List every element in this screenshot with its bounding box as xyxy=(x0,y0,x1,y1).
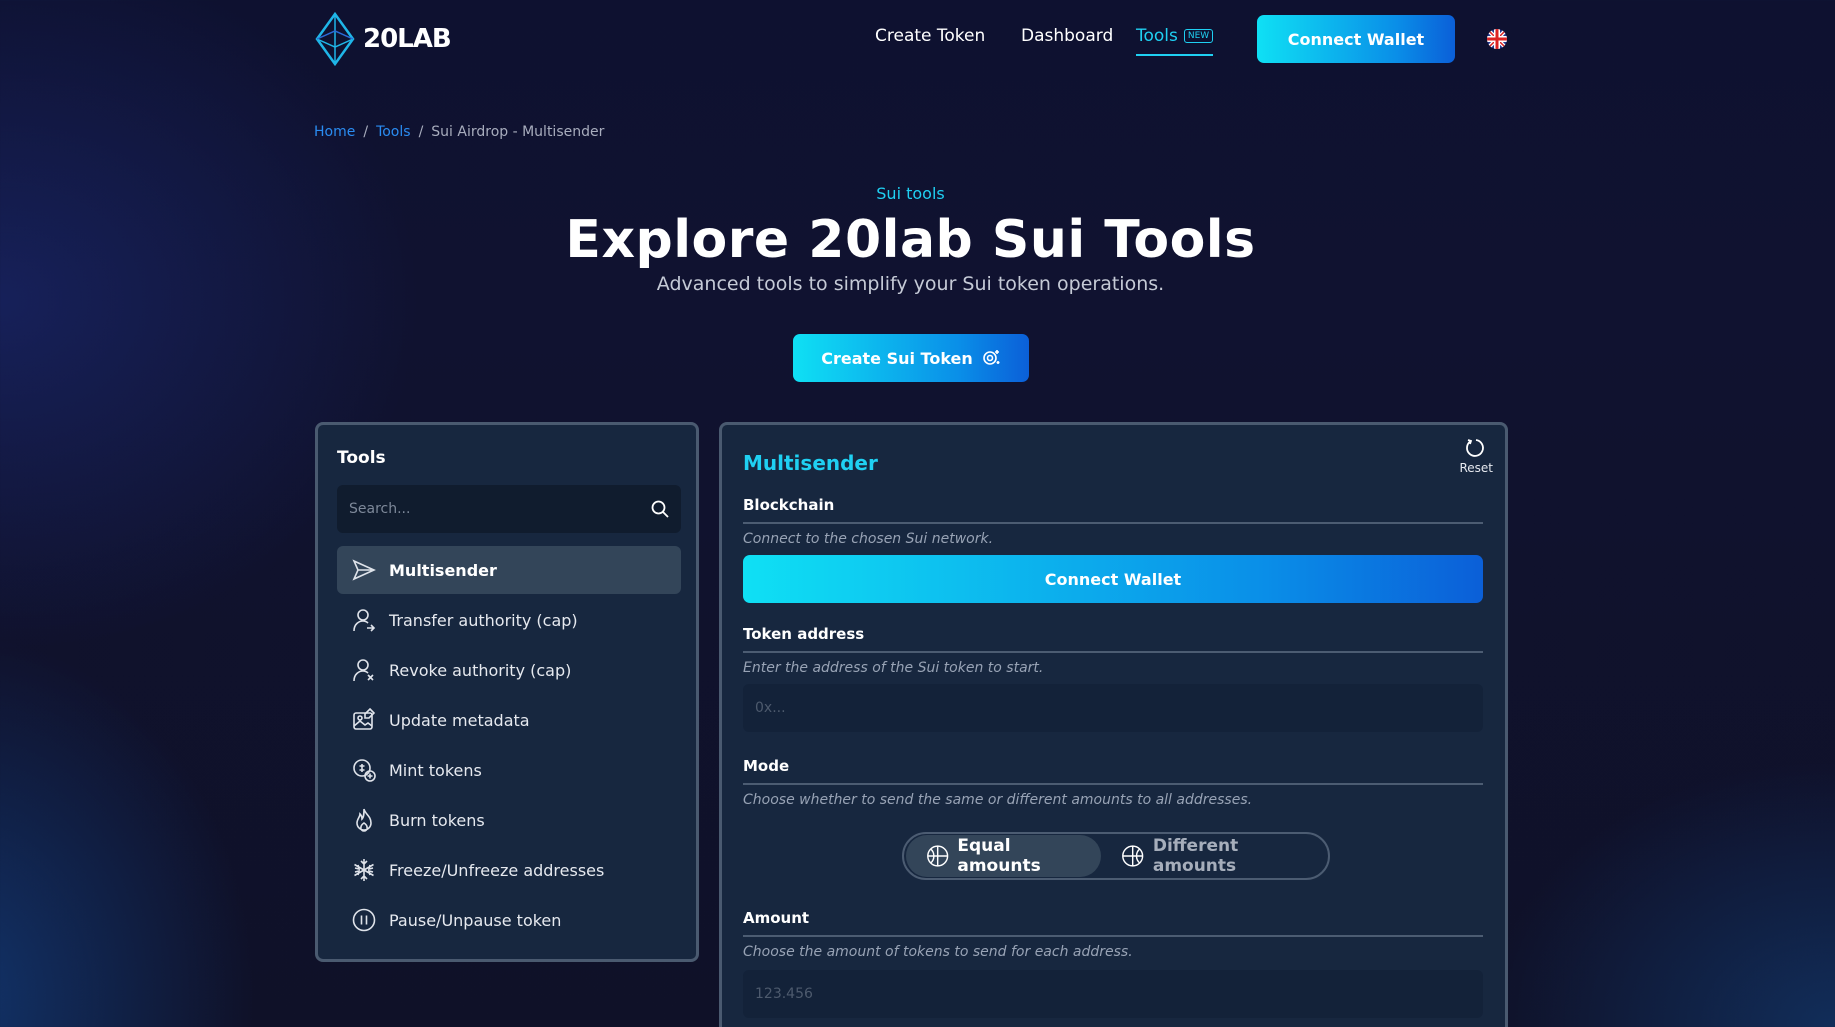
snowflake-icon xyxy=(354,859,374,881)
sidebar-item-label: Update metadata xyxy=(389,710,530,730)
create-sui-token-button[interactable]: Create Sui Token xyxy=(793,334,1029,382)
create-sui-token-label: Create Sui Token xyxy=(821,348,973,368)
token-address-help: Enter the address of the Sui token to st… xyxy=(743,660,1044,676)
breadcrumb-current: Sui Airdrop - Multisender xyxy=(431,124,605,140)
sidebar-item-pause-token[interactable]: Pause/Unpause token xyxy=(337,896,681,944)
sidebar-item-label: Burn tokens xyxy=(389,810,485,830)
sidebar-item-transfer-authority[interactable]: Transfer authority (cap) xyxy=(337,596,681,644)
mode-equal-label: Equal amounts xyxy=(957,836,1041,876)
reset-label: Reset xyxy=(1459,461,1493,475)
search-input[interactable] xyxy=(349,501,629,517)
breadcrumb-tools[interactable]: Tools xyxy=(376,124,411,140)
send-icon xyxy=(352,559,376,581)
nav-dashboard[interactable]: Dashboard xyxy=(1021,26,1113,46)
sidebar-item-multisender[interactable]: Multisender xyxy=(337,546,681,594)
hero-eyebrow: Sui tools xyxy=(876,184,945,203)
nav-create-token[interactable]: Create Token xyxy=(875,26,985,46)
sparkle-coin-icon xyxy=(982,350,1000,365)
pause-circle-icon xyxy=(352,908,376,932)
blockchain-help: Connect to the chosen Sui network. xyxy=(743,531,994,547)
breadcrumb-separator: / xyxy=(418,124,424,140)
sidebar-item-freeze-addresses[interactable]: Freeze/Unfreeze addresses xyxy=(337,846,681,894)
mode-different-amounts[interactable]: Different amounts xyxy=(1101,835,1326,877)
sidebar-item-revoke-authority[interactable]: Revoke authority (cap) xyxy=(337,646,681,694)
token-address-input[interactable] xyxy=(743,684,1483,732)
amount-help: Choose the amount of tokens to send for … xyxy=(743,944,1133,960)
sidebar-item-mint-tokens[interactable]: Mint tokens xyxy=(337,746,681,794)
connect-wallet-button[interactable]: Connect Wallet xyxy=(1257,15,1455,63)
ball-icon xyxy=(927,845,949,867)
flame-icon xyxy=(356,808,372,832)
breadcrumb: Home / Tools / Sui Airdrop - Multisender xyxy=(314,124,604,140)
page-title: Explore 20lab Sui Tools xyxy=(565,210,1256,270)
logo-icon xyxy=(315,12,355,66)
tools-sidebar: Tools Multisender Transfer authority (ca… xyxy=(315,422,699,962)
sidebar-item-label: Pause/Unpause token xyxy=(389,910,562,930)
breadcrumb-separator: / xyxy=(363,124,369,140)
search-icon[interactable] xyxy=(651,500,669,518)
logo[interactable]: 20LAB xyxy=(313,12,473,66)
mode-help: Choose whether to send the same or diffe… xyxy=(743,792,1253,808)
multisender-title: Multisender xyxy=(743,451,878,475)
amount-input[interactable] xyxy=(743,970,1483,1018)
token-address-label: Token address xyxy=(743,625,1483,653)
coin-plus-icon xyxy=(353,759,376,782)
new-badge: NEW xyxy=(1183,29,1214,43)
sidebar-item-label: Multisender xyxy=(389,560,497,580)
reset-icon xyxy=(1466,439,1485,457)
mode-equal-amounts[interactable]: Equal amounts xyxy=(906,835,1102,877)
mode-toggle: Equal amounts Different amounts xyxy=(902,832,1330,880)
sidebar-item-label: Transfer authority (cap) xyxy=(389,610,578,630)
breadcrumb-home[interactable]: Home xyxy=(314,124,355,140)
hero-subtitle: Advanced tools to simplify your Sui toke… xyxy=(656,273,1165,295)
amount-label: Amount xyxy=(743,909,1483,937)
image-edit-icon xyxy=(353,707,376,730)
user-revoke-icon xyxy=(353,659,374,682)
nav-tools-label: Tools xyxy=(1136,26,1178,46)
sidebar-item-label: Freeze/Unfreeze addresses xyxy=(389,860,605,880)
blockchain-label: Blockchain xyxy=(743,496,1483,524)
uk-flag-icon[interactable] xyxy=(1487,29,1507,49)
sidebar-item-update-metadata[interactable]: Update metadata xyxy=(337,696,681,744)
user-transfer-icon xyxy=(353,609,376,632)
search-box xyxy=(337,485,681,533)
token-address-box xyxy=(743,684,1483,732)
tools-list: Multisender Transfer authority (cap) Rev… xyxy=(337,546,681,946)
amount-box xyxy=(743,970,1483,1018)
sidebar-item-label: Mint tokens xyxy=(389,760,482,780)
reset-button[interactable]: Reset xyxy=(1459,437,1493,475)
sidebar-item-burn-tokens[interactable]: Burn tokens xyxy=(337,796,681,844)
panel-connect-wallet-button[interactable]: Connect Wallet xyxy=(743,555,1483,603)
mode-label: Mode xyxy=(743,757,1483,785)
multisender-panel: Multisender Reset Blockchain Connect to … xyxy=(719,422,1508,1027)
mode-different-label: Different amounts xyxy=(1152,836,1239,876)
sidebar-title: Tools xyxy=(337,448,386,468)
ball-icon xyxy=(1122,845,1144,867)
sidebar-item-label: Revoke authority (cap) xyxy=(389,660,572,680)
logo-text: 20LAB xyxy=(363,24,452,54)
nav-tools[interactable]: Tools NEW xyxy=(1136,26,1214,56)
